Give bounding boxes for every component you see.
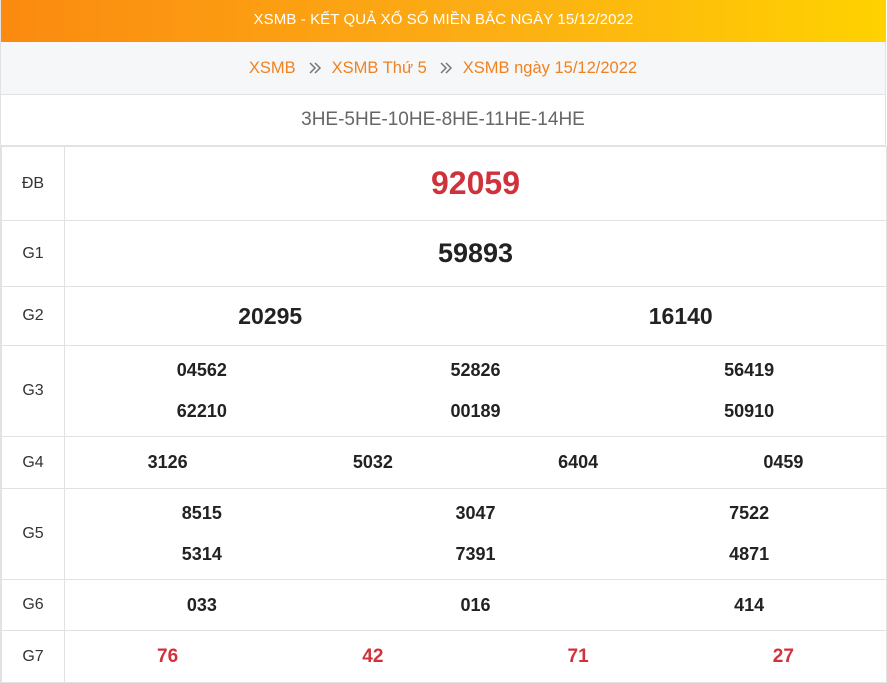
prize-label: G6 [1,579,65,631]
prize-number: 00189 [450,401,501,421]
double-chevron-right-icon [308,62,322,74]
prize-number: 27 [772,645,794,667]
prize-label: G5 [1,488,65,580]
prize-label: G4 [1,436,65,489]
prize-row-db: ĐB 92059 [1,146,887,221]
prize-number: 04562 [176,360,227,380]
prize-number: 56419 [724,360,775,380]
prize-row-g4: G4 3126 5032 6404 0459 [1,436,887,489]
prize-number: 3047 [455,503,496,523]
prize-number: 71 [567,645,589,667]
breadcrumb-link-thursday[interactable]: XSMB Thứ 5 [332,59,427,78]
prize-number: 6404 [558,452,599,472]
first-prize-number: 59893 [437,238,514,268]
prize-row-g7: G7 76 42 71 27 [1,630,887,683]
prize-number: 4871 [729,544,770,564]
results-panel: XSMB - KẾT QUẢ XỔ SỐ MIỀN BẮC NGÀY 15/12… [0,0,887,683]
prize-label: G7 [1,630,65,683]
prize-number: 62210 [176,401,227,421]
prize-number: 7522 [729,503,770,523]
prize-number: 20295 [238,302,303,329]
prize-number: 016 [460,594,491,615]
prize-label: G3 [1,345,65,437]
breadcrumb-link-date[interactable]: XSMB ngày 15/12/2022 [463,59,637,78]
double-chevron-right-icon [439,62,453,74]
breadcrumb: XSMB XSMB Thứ 5 XSMB ngày 15/12/2022 [1,42,886,95]
prize-number: 414 [734,594,765,615]
breadcrumb-link-xsmb[interactable]: XSMB [249,59,296,78]
prize-label: G1 [1,220,65,287]
prize-number: 16140 [648,302,713,329]
prize-row-g1: G1 59893 [1,220,887,287]
prize-row-g2: G2 20295 16140 [1,286,887,346]
prize-row-g3: G3 04562 52826 56419 62210 00189 50910 [1,345,887,437]
prize-number: 5314 [181,544,222,564]
prize-row-g6: G6 033 016 414 [1,579,887,631]
prize-number: 0459 [763,452,804,472]
prize-number: 033 [186,594,217,615]
prize-number: 50910 [724,401,775,421]
prize-label: ĐB [1,146,65,221]
prize-number: 3126 [147,452,188,472]
results-table: ĐB 92059 G1 59893 G2 20295 16140 G3 0456… [1,146,887,683]
prize-number: 52826 [450,360,501,380]
prize-number: 76 [157,645,179,667]
special-prize-number: 92059 [431,165,520,201]
prize-number: 42 [362,645,384,667]
page-title: XSMB - KẾT QUẢ XỔ SỐ MIỀN BẮC NGÀY 15/12… [1,0,886,42]
special-prize-codes: 3HE-5HE-10HE-8HE-11HE-14HE [1,95,886,146]
prize-row-g5: G5 8515 3047 7522 5314 7391 4871 [1,488,887,580]
prize-label: G2 [1,286,65,346]
prize-number: 5032 [352,452,393,472]
prize-number: 8515 [181,503,222,523]
prize-number: 7391 [455,544,496,564]
